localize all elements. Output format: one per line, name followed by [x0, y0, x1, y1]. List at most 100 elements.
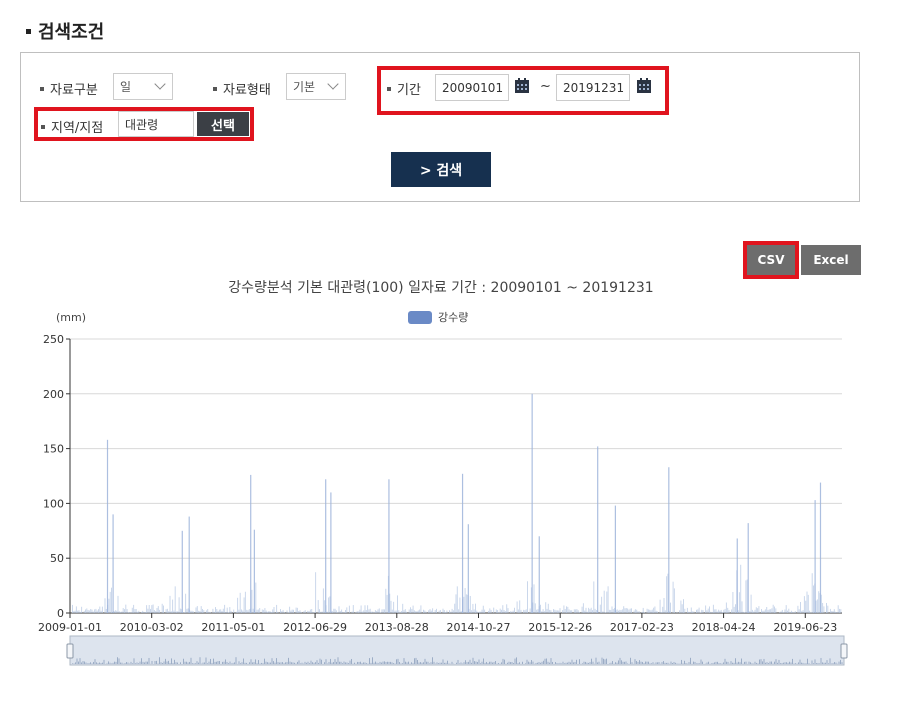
precip-bar [805, 600, 807, 613]
search-button[interactable]: > 검색 [391, 152, 491, 187]
navigator-bar [760, 659, 762, 664]
precip-bar [783, 612, 785, 613]
precip-bar [147, 608, 149, 613]
precip-bar [789, 612, 791, 613]
data-form-select[interactable]: 기본 [286, 73, 346, 100]
navigator-bar [667, 662, 669, 664]
precip-bar [190, 610, 192, 613]
calendar-icon[interactable] [637, 78, 651, 93]
precip-peak-bar [597, 446, 599, 613]
precip-bar [757, 608, 759, 613]
precip-bar [650, 610, 652, 613]
precip-bar [282, 609, 284, 613]
precip-bar [740, 564, 742, 613]
precip-bar [81, 606, 83, 613]
precip-bar [413, 610, 415, 613]
period-start-input[interactable]: 20090101 [435, 74, 509, 101]
navigator-bar [784, 662, 786, 664]
navigator-bar [744, 661, 745, 664]
precip-peak-bar [250, 474, 252, 613]
precip-bar [510, 611, 512, 613]
navigator-bar [750, 662, 751, 664]
precip-bar [105, 608, 107, 613]
precip-bar [177, 611, 179, 613]
navigator-bar [840, 659, 841, 664]
precip-bar [225, 611, 227, 613]
navigator-bar [819, 663, 820, 664]
navigator-bar [288, 657, 289, 664]
navigator-bar [828, 663, 829, 664]
navigator-bar [712, 662, 714, 664]
precip-bar [476, 610, 478, 613]
precip-bar [365, 610, 367, 613]
precip-bar [806, 591, 808, 613]
precip-bar [281, 611, 283, 613]
navigator-bar [571, 659, 573, 664]
navigator-bar [807, 658, 808, 664]
precip-bar [77, 610, 79, 613]
precip-bar [728, 609, 730, 613]
calendar-icon[interactable] [515, 78, 529, 93]
precip-bar [490, 609, 492, 613]
precip-bar [351, 611, 353, 613]
csv-button[interactable]: CSV [747, 245, 795, 275]
precip-bar [498, 612, 500, 613]
navigator-bar [576, 659, 577, 664]
precip-bar [170, 611, 172, 613]
navigator-bar [376, 662, 378, 664]
precip-bar [268, 611, 270, 613]
precip-bar [250, 608, 252, 613]
precip-bar [624, 608, 626, 613]
precip-bar [745, 580, 747, 613]
precip-bar [719, 610, 721, 613]
navigator-bar [829, 658, 831, 664]
navigator-bar [622, 661, 624, 664]
precip-bar [309, 609, 311, 613]
precip-bar [363, 610, 365, 613]
navigator-bar [666, 662, 667, 664]
navigator-bar [630, 657, 631, 664]
region-value: 대관령 [125, 117, 159, 132]
precip-bar [355, 612, 357, 613]
navigator-bar [757, 663, 759, 664]
navigator-bar [298, 660, 300, 664]
x-tick-label: 2013-08-28 [365, 621, 429, 634]
navigator-bar [474, 661, 475, 664]
chart-legend[interactable]: 강수량 [408, 309, 468, 325]
precip-bar [389, 593, 391, 613]
precip-bar [702, 610, 704, 613]
navigator-bar [309, 663, 310, 664]
navigator-bar [601, 657, 603, 664]
navigator-bar [798, 662, 799, 664]
region-input[interactable]: 대관령 [118, 111, 194, 137]
data-type-label: 자료구분 [40, 79, 98, 98]
precip-bar [573, 609, 575, 613]
precip-bar [333, 608, 335, 613]
navigator-bar [565, 662, 567, 664]
navigator-bar [765, 662, 766, 664]
precip-bar [381, 609, 383, 613]
navigator-bar [775, 659, 777, 664]
navigator-bar [651, 663, 652, 664]
precip-bar [368, 609, 370, 613]
precip-bar [203, 610, 205, 613]
navigator-bar [670, 661, 672, 664]
precip-bar [735, 604, 736, 613]
precip-bar [312, 612, 314, 613]
excel-button[interactable]: Excel [801, 245, 861, 275]
navigator-bar [693, 661, 694, 664]
precip-bar [280, 609, 281, 613]
precip-bar [631, 608, 632, 613]
data-type-select[interactable]: 일 [113, 73, 173, 100]
choose-button[interactable]: 선택 [197, 112, 249, 136]
precip-bar [770, 609, 772, 613]
range-navigator [69, 635, 845, 666]
precip-bar [644, 612, 645, 613]
period-end-input[interactable]: 20191231 [556, 74, 630, 101]
precip-bar [263, 609, 265, 613]
navigator-bar [115, 661, 117, 664]
precip-bar [754, 609, 756, 613]
navigator-bar [813, 663, 814, 664]
precip-bar [243, 597, 245, 613]
precip-bar [809, 610, 811, 613]
